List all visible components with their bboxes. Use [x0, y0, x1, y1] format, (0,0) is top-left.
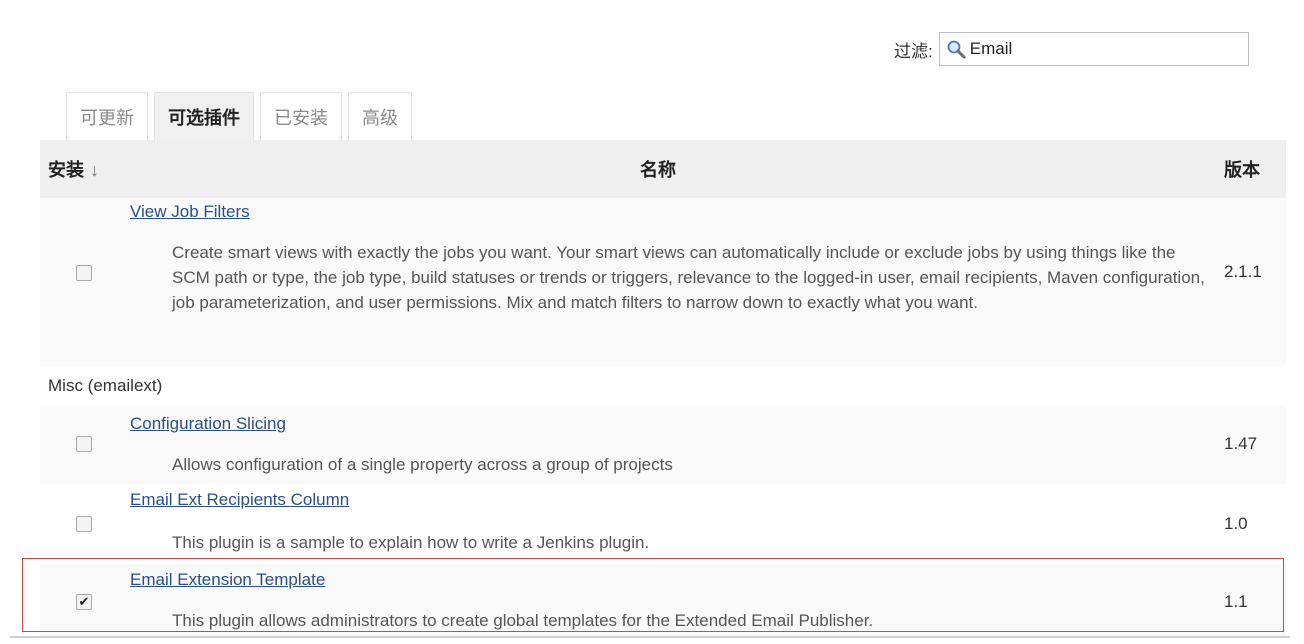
column-header-version[interactable]: 版本 [1224, 156, 1260, 182]
plugin-description: Create smart views with exactly the jobs… [172, 243, 1205, 312]
plugin-version: 1.1 [1224, 592, 1248, 611]
sort-arrow-icon: ↓ [90, 160, 99, 180]
tab-advanced[interactable]: 高级 [348, 92, 412, 140]
install-checkbox[interactable] [76, 436, 92, 452]
search-icon [947, 40, 966, 59]
filter-bar: 过滤: [894, 32, 1249, 66]
plugin-link[interactable]: Email Ext Recipients Column [130, 490, 349, 510]
tab-installed[interactable]: 已安装 [260, 92, 342, 140]
column-header-name[interactable]: 名称 [640, 156, 676, 182]
column-header-install[interactable]: 安装 ↓ [48, 156, 99, 182]
plugins-table: 安装 ↓ 名称 版本 View Job Filters Create smart … [40, 140, 1286, 636]
tab-bar: 可更新 可选插件 已安装 高级 [66, 92, 418, 140]
tab-updates[interactable]: 可更新 [66, 92, 148, 140]
plugin-version: 1.0 [1224, 514, 1248, 533]
plugin-manager-panel: 过滤: 可更新 可选插件 已安装 高级 安装↓ 名称 版本 View Job F… [10, 0, 1290, 638]
plugin-description: This plugin is a sample to explain how t… [172, 533, 650, 552]
plugin-description: Allows configuration of a single propert… [172, 455, 673, 474]
filter-label: 过滤: [894, 41, 933, 61]
install-checkbox-checked[interactable]: ✔ [76, 594, 92, 610]
filter-field[interactable] [938, 32, 1249, 66]
plugin-link[interactable]: Email Extension Template [130, 570, 325, 590]
plugin-version: 2.1.1 [1224, 262, 1262, 281]
install-checkbox[interactable] [76, 516, 92, 532]
install-checkbox[interactable] [76, 265, 92, 281]
table-row-selected: ✔ Email Extension Template This plugin a… [40, 564, 1286, 636]
plugin-link[interactable]: Configuration Slicing [130, 414, 286, 434]
plugin-version: 1.47 [1224, 434, 1258, 453]
table-row: Email Ext Recipients Column This plugin … [40, 484, 1286, 564]
checkmark-icon: ✔ [78, 594, 90, 609]
filter-input[interactable] [969, 39, 1240, 59]
plugin-link[interactable]: View Job Filters [130, 202, 250, 222]
tab-available[interactable]: 可选插件 [154, 92, 254, 140]
table-row: View Job Filters Create smart views with… [40, 198, 1286, 366]
category-header: Misc (emailext) [40, 366, 1286, 406]
plugin-description: This plugin allows administrators to cre… [172, 611, 874, 630]
table-row: Configuration Slicing Allows configurati… [40, 406, 1286, 484]
table-header: 安装 ↓ 名称 版本 [40, 140, 1286, 198]
